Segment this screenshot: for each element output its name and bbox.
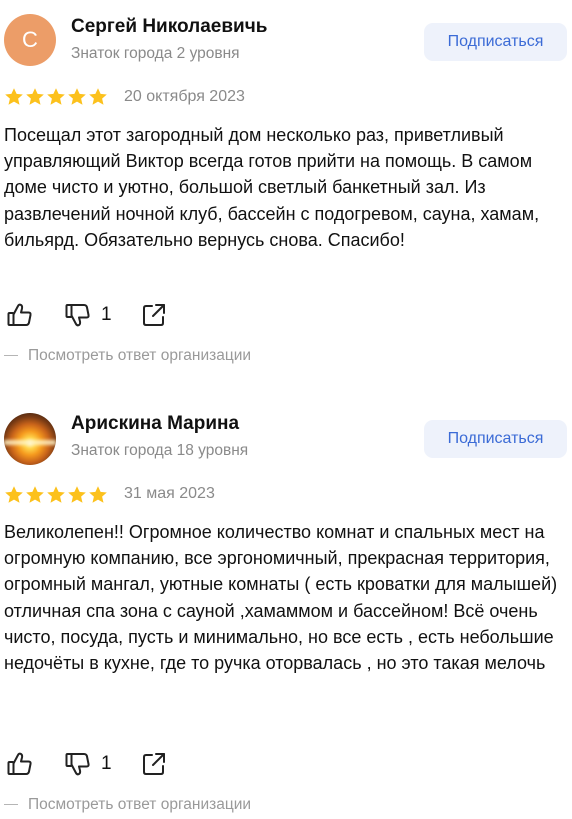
reviewer-name[interactable]: Сергей Николаевичь [71, 16, 267, 38]
review-text: Великолепен!! Огромное количество комнат… [4, 522, 558, 674]
like-button[interactable] [6, 748, 34, 780]
view-org-reply-label: Посмотреть ответ организации [28, 347, 252, 364]
star-icon [46, 87, 66, 107]
star-icon [25, 485, 45, 505]
thumbs-down-icon [64, 301, 92, 329]
reviewer-name[interactable]: Арискина Марина [71, 413, 239, 435]
avatar[interactable]: С [4, 14, 56, 66]
star-icon [4, 485, 24, 505]
thumbs-up-icon [6, 301, 34, 329]
star-icon [46, 485, 66, 505]
share-button[interactable] [141, 748, 167, 780]
reviewer-level: Знаток города 18 уровня [71, 442, 249, 459]
avatar[interactable] [4, 413, 56, 465]
review-date: 31 мая 2023 [124, 485, 215, 502]
star-icon [67, 87, 87, 107]
star-icon [4, 87, 24, 107]
share-button[interactable] [141, 299, 167, 331]
dislike-button[interactable] [64, 299, 92, 331]
view-org-reply-label: Посмотреть ответ организации [28, 796, 252, 813]
share-icon [141, 751, 167, 777]
review-date: 20 октября 2023 [124, 88, 245, 105]
review-text: Посещал этот загородный дом несколько ра… [4, 125, 540, 250]
dislike-count: 1 [101, 304, 112, 325]
subscribe-button[interactable]: Подписаться [424, 420, 567, 458]
star-icon [67, 485, 87, 505]
star-icon [25, 87, 45, 107]
dash-divider [4, 355, 18, 357]
dislike-count: 1 [101, 753, 112, 774]
thumbs-up-icon [6, 750, 34, 778]
view-org-reply-link[interactable]: Посмотреть ответ организации [4, 347, 251, 365]
reviewer-level: Знаток города 2 уровня [71, 45, 240, 62]
dislike-button[interactable] [64, 748, 92, 780]
dash-divider [4, 804, 18, 806]
review-actions: 1 [0, 748, 200, 780]
review-actions: 1 [0, 299, 200, 331]
rating-stars [4, 87, 108, 107]
share-icon [141, 302, 167, 328]
thumbs-down-icon [64, 750, 92, 778]
star-icon [88, 87, 108, 107]
subscribe-button[interactable]: Подписаться [424, 23, 567, 61]
star-icon [88, 485, 108, 505]
rating-stars [4, 485, 108, 505]
view-org-reply-link[interactable]: Посмотреть ответ организации [4, 796, 251, 814]
like-button[interactable] [6, 299, 34, 331]
